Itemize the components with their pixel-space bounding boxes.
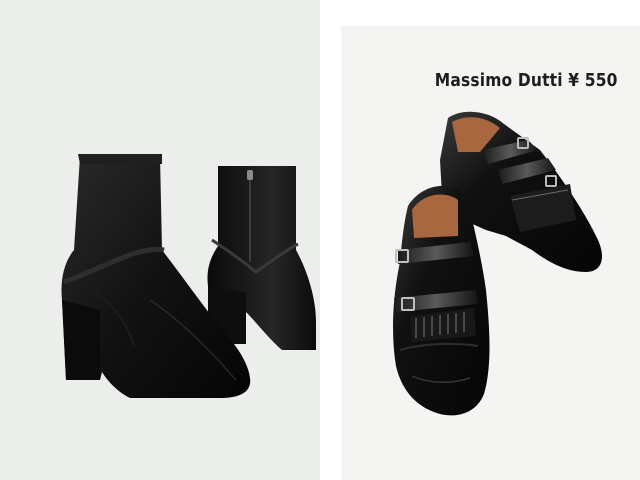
boots-photo [0,0,320,480]
top-margin [341,0,640,26]
zipper-pull-icon [247,170,253,180]
price-caption: Massimo Dutti ¥ 550 [435,70,618,91]
monk-strap-shoes-illustration [393,111,602,416]
gutter [320,0,341,480]
velvet-boots-illustration [61,154,316,398]
monk-shoes-photo: Massimo Dutti ¥ 550 [341,26,640,480]
back-boot [207,166,316,350]
